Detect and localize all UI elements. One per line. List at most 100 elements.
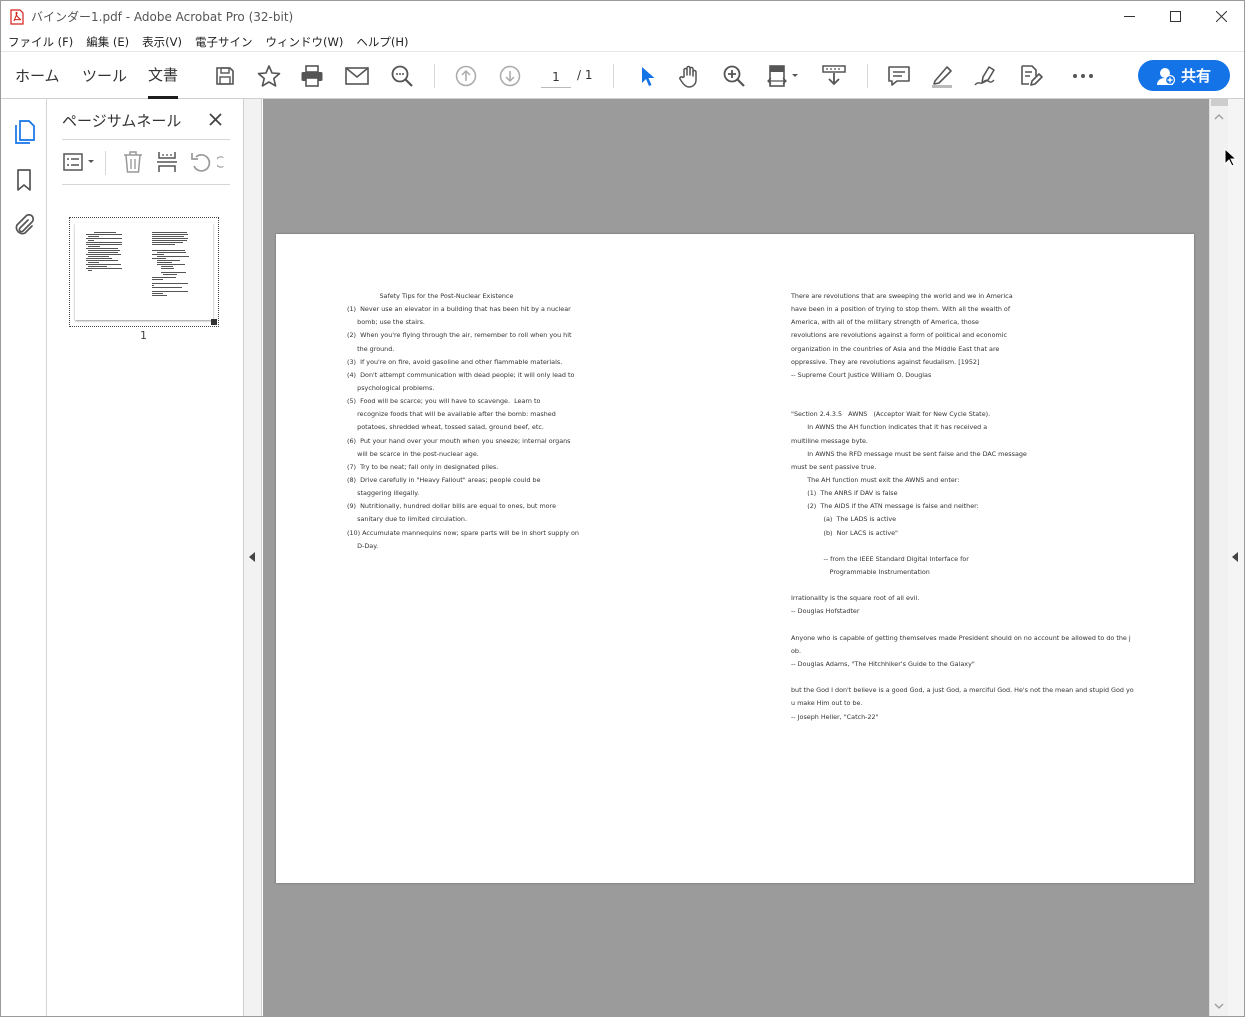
select-tool-button[interactable] (634, 63, 660, 89)
page-text-line: (8) Drive carefully in "Heavy Fallout" a… (347, 475, 541, 484)
hand-tool-button[interactable] (677, 63, 703, 89)
paperclip-icon (15, 214, 35, 235)
vertical-scrollbar[interactable] (1209, 99, 1228, 1016)
bookmarks-button[interactable] (12, 168, 36, 192)
attachments-button[interactable] (12, 213, 36, 237)
page-text-line: potatoes, shredded wheat, tossed salad, … (347, 423, 544, 432)
bookmark-star-button[interactable] (256, 63, 282, 89)
page-thumbnail[interactable] (69, 217, 219, 327)
thumbnail-text-line (152, 277, 176, 279)
title-bar: バインダー1.pdf - Adobe Acrobat Pro (32-bit) (1, 1, 1244, 32)
menu-esign[interactable]: 電子サイン (195, 34, 253, 50)
email-button[interactable] (344, 63, 370, 89)
sign-button[interactable] (973, 63, 999, 89)
minimize-button[interactable] (1106, 1, 1152, 32)
page-text-line (791, 671, 1134, 684)
panel-splitter[interactable] (244, 99, 262, 1016)
menu-help[interactable]: ヘルプ(H) (356, 34, 408, 50)
page-text-line: -- Douglas Adams, "The Hitchhiker's Guid… (791, 659, 975, 668)
arrow-up-icon (455, 65, 477, 87)
menu-edit[interactable]: 編集 (E) (86, 34, 129, 50)
page-text-line: (a) The LADS is active (791, 515, 897, 524)
thumbnail-text-line (88, 245, 101, 247)
page-text-line: (3) If you're on fire, avoid gasoline an… (347, 357, 563, 366)
scroll-up-icon[interactable] (1214, 113, 1224, 120)
page-text-line: bomb; use the stairs. (347, 318, 425, 327)
page-thumbnails-icon (15, 120, 35, 144)
rotate-clockwise-button[interactable] (217, 149, 231, 175)
thumbnail-text-line (161, 265, 174, 267)
more-tools-button[interactable] (1070, 63, 1096, 89)
page-text-line (791, 540, 1134, 553)
page-text-line: (7) Try to be neat; fall only in designa… (347, 462, 499, 471)
tab-home[interactable]: ホーム (15, 52, 60, 99)
menu-file[interactable]: ファイル (F) (8, 34, 73, 50)
fit-page-button[interactable] (766, 63, 802, 89)
thumbnail-resize-handle[interactable] (211, 319, 217, 325)
page-text-line: (4) Don't attempt communication with dea… (347, 370, 575, 379)
thumbnail-text-line (85, 233, 122, 235)
close-panel-button[interactable] (205, 109, 225, 129)
page-text-line: -- Douglas Hofstadter (791, 607, 860, 616)
rotate-page-button[interactable] (188, 149, 214, 175)
navigation-rail (1, 99, 47, 1016)
tab-document[interactable]: 文書 (148, 52, 179, 99)
trash-icon (124, 151, 142, 173)
page-text-line: D-Day. (347, 541, 379, 550)
page-text-line: revolutions are revolutions against a fo… (791, 331, 1008, 340)
page-text-line: organization in the countries of Asia an… (791, 344, 1000, 353)
thumbnail-page-preview (75, 223, 213, 320)
page-text-line: must be sent passive true. (791, 462, 877, 471)
highlight-icon (932, 66, 952, 88)
page-text-line: (2) When you're flying through the air, … (347, 331, 572, 340)
toolbar-separator (434, 64, 435, 88)
page-text-line: "Section 2.4.3.5 AWNS (Acceptor Wait for… (791, 410, 991, 419)
delete-page-button[interactable] (120, 149, 146, 175)
find-button[interactable] (389, 63, 415, 89)
print-button[interactable] (299, 63, 325, 89)
more-icon (1073, 74, 1093, 78)
maximize-button[interactable] (1152, 1, 1198, 32)
thumbnail-text-line (161, 267, 174, 269)
zoom-in-icon (723, 65, 745, 87)
page-left-column: Safety Tips for the Post-Nuclear Existen… (347, 290, 579, 553)
scroll-down-icon[interactable] (1214, 1003, 1224, 1010)
thumbnail-text-line (152, 293, 164, 295)
close-window-button[interactable] (1198, 1, 1244, 32)
expand-right-pane-icon[interactable] (1232, 552, 1238, 562)
save-button[interactable] (212, 63, 238, 89)
menu-window[interactable]: ウィンドウ(W) (266, 34, 344, 50)
scroll-mode-button[interactable] (821, 63, 847, 89)
right-pane-toggle[interactable] (1228, 99, 1244, 1016)
rotate-clockwise-icon (217, 156, 224, 168)
page-text-line (791, 382, 1134, 395)
thumbnail-page-number: 1 (140, 329, 147, 342)
insert-page-button[interactable] (154, 149, 180, 175)
cursor-icon (642, 67, 655, 86)
highlight-button[interactable] (929, 63, 955, 89)
thumbnail-text-line (152, 287, 182, 289)
page-text-line: -- Supreme Court Justice William O. Doug… (791, 370, 932, 379)
thumbnail-text-line (85, 237, 122, 239)
main-toolbar: ホーム ツール 文書 / 1 (1, 52, 1244, 99)
collapse-left-icon[interactable] (249, 552, 255, 562)
previous-page-button[interactable] (453, 63, 479, 89)
options-menu-icon (63, 153, 94, 171)
thumbnail-options-button[interactable] (62, 149, 98, 175)
thumbnail-text-line (156, 255, 190, 257)
document-view[interactable]: Safety Tips for the Post-Nuclear Existen… (263, 99, 1209, 1016)
save-icon (216, 67, 234, 85)
thumbnail-text-line (88, 235, 100, 237)
comment-button[interactable] (886, 63, 912, 89)
next-page-button[interactable] (497, 63, 523, 89)
menu-view[interactable]: 表示(V) (142, 34, 182, 50)
zoom-in-button[interactable] (721, 63, 747, 89)
share-button[interactable]: 共有 (1138, 60, 1230, 91)
thumbnail-panel: ページサムネール 1 (47, 99, 244, 1016)
scroll-thumb[interactable] (1211, 99, 1228, 106)
tab-tools[interactable]: ツール (82, 52, 127, 99)
page-thumbnails-button[interactable] (12, 120, 36, 144)
page-number-input[interactable] (541, 66, 571, 88)
edit-pdf-button[interactable] (1017, 63, 1043, 89)
page-text-line: staggering illegally. (347, 489, 420, 498)
